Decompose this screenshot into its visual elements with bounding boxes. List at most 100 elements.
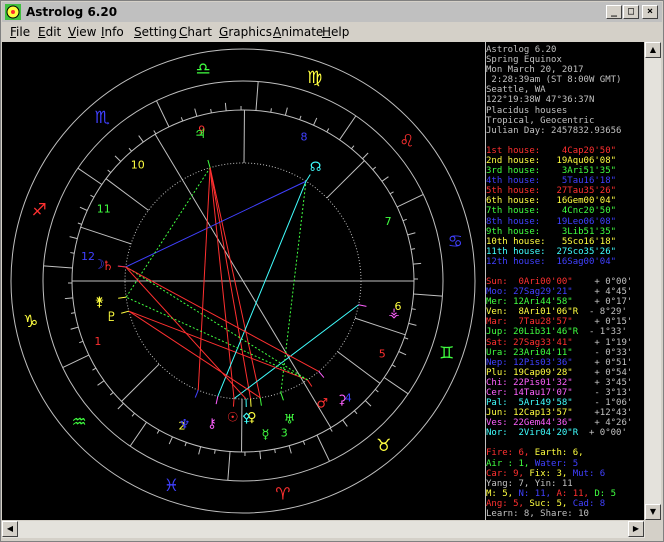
degree-tick [389,191,394,195]
degree-tick [224,102,227,111]
menu-view[interactable]: View [68,25,96,40]
zodiac-sign-glyph: ♉ [376,436,391,456]
degree-tick [184,442,187,447]
degree-tick [131,412,135,417]
menu-file[interactable]: File [10,25,30,40]
planet-row: Ven: 8Ari01'06"R - 8°29' [486,307,627,318]
house-row: 4th house: 5Tau16'18" [486,176,617,187]
element-row: Fire: 6, Earth: 6, [486,448,584,459]
degree-tick [70,326,79,330]
degree-tick [64,297,73,300]
aspect-line [233,304,359,400]
close-button[interactable]: × [642,5,658,19]
degree-tick [69,236,78,240]
house-cusp-line [326,160,365,199]
element-row: Yang: 7, Yin: 11 [486,478,573,489]
planet-glyph-icon: ⚴ [242,411,252,426]
planet-glyph-icon: ♄ [102,259,114,274]
degree-tick [362,152,369,160]
degree-tick [77,167,103,185]
chart-canvas[interactable]: ♈ ♉ ♊ ♋ ♌ ♍ ♎ ♏ ♐ ♑ ♒ ♓ 1 2 3 4 5 6 7 8 9 10 11 12 ☉ ☽ ☿ ♀ ♂ ♃ ♄ ♅ ♆ ♇ ⚷… [2,42,644,520]
scroll-down-button[interactable]: ▼ [645,504,661,520]
house-number: 8 [301,130,308,143]
zodiac-sign-glyph: ♒ [71,413,86,433]
degree-tick [70,252,75,254]
element-row: Car: 9, Fix: 3, Mut: 6 [486,468,606,479]
menu-setting[interactable]: Setting [134,25,177,40]
planet-pointer [250,398,252,407]
planet-pointer [194,389,199,398]
minimize-button[interactable]: _ [606,5,622,19]
planet-pointer [232,398,235,407]
title-bar: Astrolog 6.20 _ □ × [2,2,662,22]
scroll-left-button[interactable]: ◀ [2,521,18,537]
planet-row: Nep: 12Pis03'36" + 0°51' [486,357,633,368]
house-row: 2nd house: 19Aqu06'08" [486,155,617,166]
chart-wheel[interactable]: ♈♉♊♋♌♍♎♏♐♑♒♓ 123456789101112 ☉☽☿♀♂♃♄♅♆♇⚷… [2,42,484,520]
zodiac-sign-glyph: ♓ [164,476,179,496]
degree-tick [43,265,73,269]
degree-tick [128,147,132,152]
planet-row: Cer: 14Tau17'07" - 3°13' [486,388,633,398]
zodiac-sign-glyph: ♈ [275,484,290,504]
planet-row: Sat: 27Sag33'41" + 1°19' [486,337,633,348]
zodiac-sign-glyph: ♍ [307,68,322,88]
scroll-up-button[interactable]: ▲ [645,42,661,58]
degree-tick [214,449,216,454]
aspect-line [197,167,211,391]
house-row: 9th house: 3Lib51'35" [486,226,617,237]
menu-graphics[interactable]: Graphics [219,25,272,40]
aspect-line [125,266,308,381]
menu-animate[interactable]: Animate [273,25,323,40]
astrolog-logo-icon [5,4,21,20]
menu-chart[interactable]: Chart [179,25,212,40]
planet-pointer [307,379,313,387]
degree-tick [198,446,202,455]
degree-tick [413,262,422,265]
vertical-scrollbar[interactable]: ▲ ▼ [645,42,661,520]
planet-row: Chi: 22Pis01'32" + 3°45' [486,377,633,388]
degree-tick [62,354,90,369]
planet-row: Ves: 22Gem44'36" + 4°26' [486,418,633,429]
element-row: M: 5, N: 11, A: 11, D: 5 [486,488,617,499]
scroll-right-button[interactable]: ▶ [628,521,644,537]
info-event: Spring Equinox [486,55,562,66]
house-number: 3 [281,426,288,439]
zodiac-sign-glyph: ♌ [399,131,414,151]
planet-pointer [117,265,126,268]
degree-tick [329,427,333,432]
degree-tick [326,128,330,133]
degree-tick [138,135,144,143]
degree-tick [299,115,302,120]
planet-pointer [305,174,311,182]
planet-pointer [318,371,325,378]
degree-tick [383,377,409,395]
degree-tick [408,322,417,326]
menu-help[interactable]: Help [322,25,349,40]
house-row: 7th house: 4Cnc20'50" [486,206,617,217]
planet-pointer [280,392,284,401]
planet-row: Mer: 12Ari44'58" + 0°17' [486,297,633,308]
zodiac-sign-glyph: ♐ [32,200,47,220]
maximize-button[interactable]: □ [623,5,639,19]
planet-row: Ura: 23Ari04'11" - 0°33' [486,347,633,358]
degree-tick [351,145,355,150]
degree-tick [155,100,170,128]
element-summary: Fire: 6, Earth: 6, Air : 1, Water: 5 Car: … [486,448,645,519]
menu-edit[interactable]: Edit [38,25,61,40]
planet-pointer [207,159,211,168]
degree-tick [413,293,443,297]
degree-tick [109,392,114,396]
degree-tick [381,176,389,182]
element-row: Ang: 5, Suc: 5, Cad: 8 [486,498,606,509]
planet-pointer [358,304,367,307]
element-row: Air : 1, Water: 5 [486,458,579,469]
planet-glyph-icon: ⚳ [337,393,347,408]
degree-tick [372,166,377,170]
house-number: 7 [385,215,392,228]
menu-info[interactable]: Info [101,25,124,40]
planet-glyph-icon: ⚵ [95,295,105,310]
degree-tick [92,367,97,371]
horizontal-scrollbar[interactable]: ◀ ▶ [2,521,645,538]
degree-tick [288,445,292,454]
